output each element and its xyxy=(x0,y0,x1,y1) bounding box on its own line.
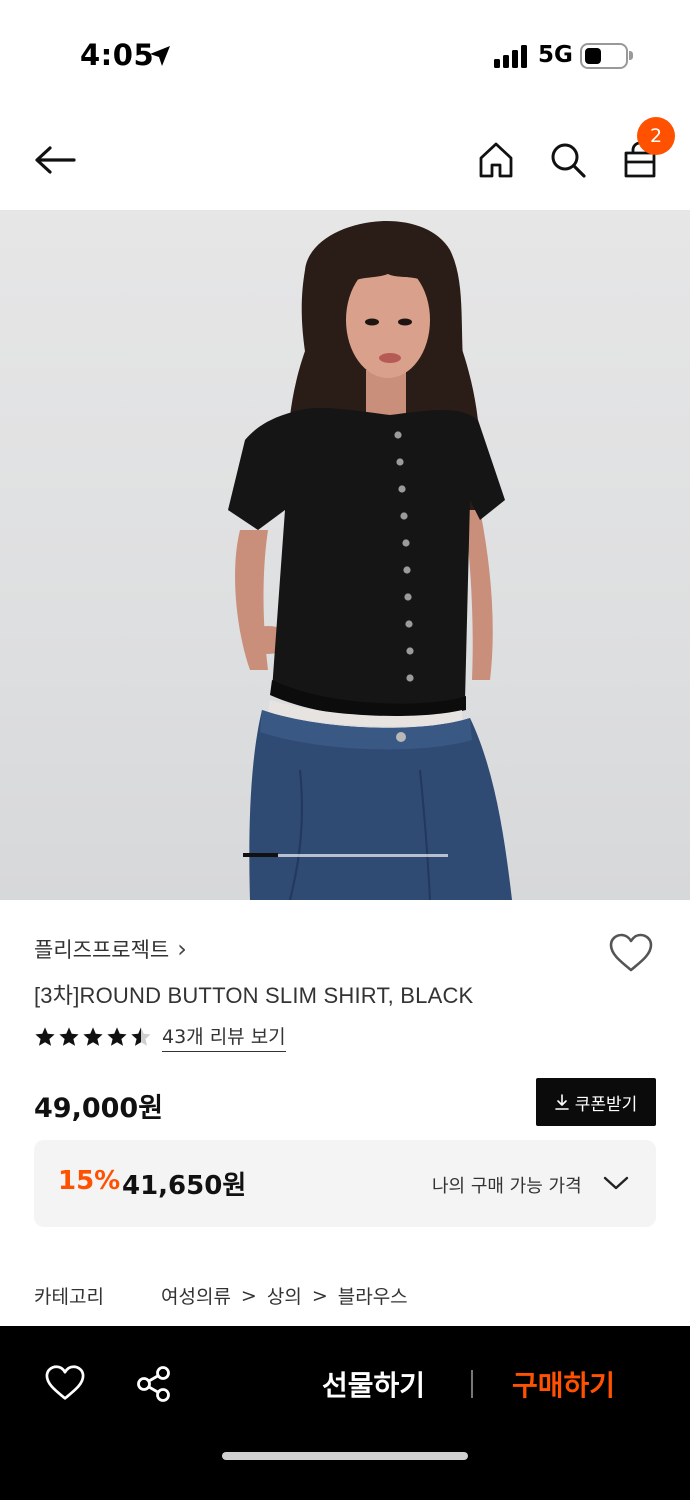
carousel-progress xyxy=(243,853,448,857)
home-button[interactable] xyxy=(472,134,520,186)
status-bar: 4:05 5G xyxy=(0,0,690,110)
gift-button[interactable]: 선물하기 xyxy=(322,1364,425,1404)
share-icon xyxy=(137,1366,170,1402)
star-icon xyxy=(35,1027,55,1046)
search-button[interactable] xyxy=(544,134,592,186)
half-star-icon xyxy=(131,1027,151,1046)
star-icon xyxy=(83,1027,103,1046)
heart-icon xyxy=(45,1365,85,1400)
product-photo xyxy=(228,221,512,900)
discount-price: 41,650원 xyxy=(122,1171,247,1201)
download-icon xyxy=(554,1094,569,1110)
battery-icon xyxy=(580,43,628,69)
signal-icon xyxy=(494,44,530,68)
chevron-right-icon: › xyxy=(177,935,187,963)
review-link[interactable]: 43개 리뷰 보기 xyxy=(162,1022,286,1052)
star-rating xyxy=(34,1026,152,1048)
home-indicator xyxy=(222,1452,468,1460)
cart-count-badge: 2 xyxy=(637,117,675,155)
brand-link[interactable]: 플리즈프로젝트 › xyxy=(34,934,187,964)
rating-row: 43개 리뷰 보기 xyxy=(34,1022,286,1052)
product-name: [3차]ROUND BUTTON SLIM SHIRT, BLACK xyxy=(34,983,474,1008)
network-label: 5G xyxy=(538,42,573,68)
home-icon xyxy=(479,142,513,178)
status-time: 4:05 xyxy=(80,38,155,72)
bottom-action-bar: 선물하기 구매하기 xyxy=(0,1326,690,1500)
discount-label: 나의 구매 가능 가격 xyxy=(432,1176,582,1197)
heart-icon xyxy=(609,933,653,972)
coupon-label: 쿠폰받기 xyxy=(574,1094,638,1115)
breadcrumb: 여성의류 > 상의 > 블라우스 xyxy=(161,1282,408,1309)
discount-percent: 15% xyxy=(58,1166,121,1196)
category-row: 카테고리 여성의류 > 상의 > 블라우스 xyxy=(34,1282,408,1309)
product-image-carousel[interactable] xyxy=(0,210,690,900)
star-icon xyxy=(59,1027,79,1046)
back-button[interactable] xyxy=(28,134,80,186)
battery-cap xyxy=(629,51,633,60)
divider xyxy=(471,1370,473,1398)
breadcrumb-separator: > xyxy=(311,1284,328,1307)
category-label: 카테고리 xyxy=(34,1286,104,1308)
breadcrumb-item[interactable]: 상의 xyxy=(267,1282,302,1309)
wishlist-button[interactable] xyxy=(608,932,656,976)
location-arrow-icon xyxy=(150,46,170,66)
search-icon xyxy=(551,143,586,178)
breadcrumb-item[interactable]: 블라우스 xyxy=(338,1282,408,1309)
breadcrumb-item[interactable]: 여성의류 xyxy=(161,1282,231,1309)
buy-button[interactable]: 구매하기 xyxy=(512,1364,615,1404)
discount-panel[interactable]: 15% 41,650원 나의 구매 가능 가격 xyxy=(34,1140,656,1227)
top-nav xyxy=(0,110,690,210)
breadcrumb-separator: > xyxy=(240,1284,257,1307)
product-price: 49,000원 xyxy=(34,1093,164,1124)
carousel-progress-thumb xyxy=(243,853,278,857)
brand-name: 플리즈프로젝트 xyxy=(34,938,170,962)
share-button[interactable] xyxy=(134,1364,174,1404)
star-icon xyxy=(107,1027,127,1046)
bottom-wishlist-button[interactable] xyxy=(44,1364,86,1402)
chevron-down-icon xyxy=(603,1176,629,1190)
coupon-button[interactable]: 쿠폰받기 xyxy=(536,1078,656,1126)
back-arrow-icon xyxy=(35,146,76,174)
